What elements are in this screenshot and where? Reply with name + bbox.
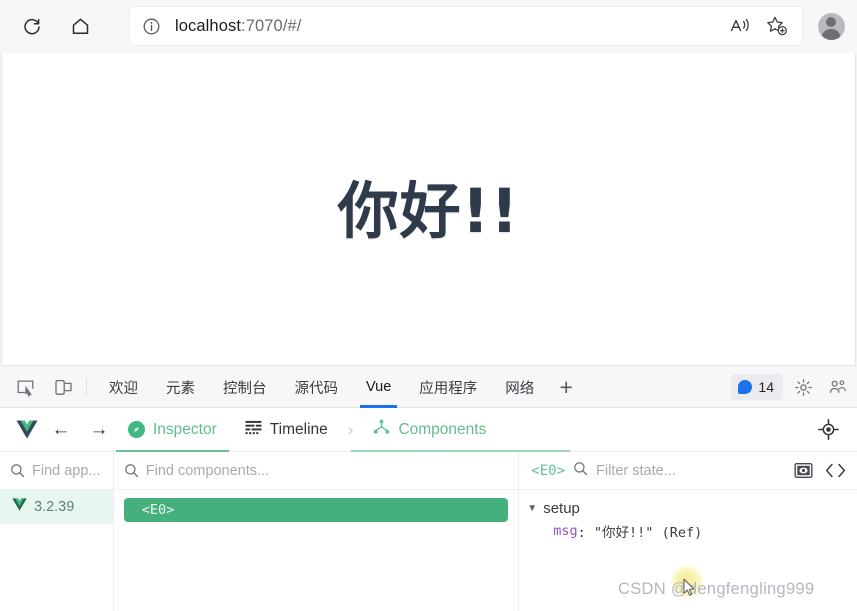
toolbar-divider [86,378,87,396]
url-path: :7070/#/ [241,16,302,35]
tab-label: 元素 [166,380,195,397]
tab-label: 应用程序 [419,380,478,397]
device-toolbar-icon[interactable] [48,372,78,402]
add-tab-button[interactable]: + [548,367,584,408]
apps-panel: 3.2.39 [0,452,114,611]
open-in-editor-icon[interactable] [823,459,847,483]
vue-logo-icon [12,498,27,516]
devtools-tabbar: 欢迎 元素 控制台 源代码 Vue 应用程序 网络 + 14 [0,367,857,408]
devtools-toolbar-right: 14 [731,373,851,401]
component-tree-panel: <E0> [113,452,520,611]
gear-icon[interactable] [789,373,817,401]
vue-tab-label: Timeline [269,420,328,438]
tab-application[interactable]: 应用程序 [405,367,491,408]
site-info-icon[interactable] [142,17,161,36]
tab-label: 欢迎 [109,380,138,397]
reload-icon[interactable] [14,9,50,45]
search-icon [573,461,588,481]
devtools-tab-list: 欢迎 元素 控制台 源代码 Vue 应用程序 网络 + [95,367,584,408]
tree-node-selected[interactable]: <E0> [123,498,509,522]
tab-elements[interactable]: 元素 [152,367,209,408]
issues-badge[interactable]: 14 [731,374,783,400]
tab-welcome[interactable]: 欢迎 [95,367,152,408]
tab-label: 源代码 [294,380,339,397]
state-value: : "你好!!" (Ref) [577,525,703,541]
inspector-icon [128,421,145,438]
vue-tab-inspector[interactable]: Inspector [114,408,231,452]
page-viewport: 你好!! [1,53,856,366]
browser-window: localhost:7070/#/ 你好!! 欢迎 元素 控制台 源代码 Vue… [0,0,857,611]
forward-arrow-icon[interactable]: → [84,415,114,445]
vue-devtools-panels: 3.2.39 <E0> <E0 [0,452,857,611]
component-search-input[interactable] [145,462,509,479]
url-text[interactable]: localhost:7070/#/ [175,17,729,36]
read-aloud-icon[interactable] [729,16,751,36]
search-icon [124,463,139,478]
issues-count: 14 [758,379,774,395]
vue-tab-components[interactable]: Components [351,408,571,452]
tab-network[interactable]: 网络 [491,367,548,408]
timeline-icon [245,420,262,440]
profile-avatar[interactable] [813,8,849,44]
caret-down-icon[interactable]: ▼ [527,503,537,514]
vue-tab-timeline[interactable]: Timeline [231,408,342,452]
vue-logo-icon[interactable] [16,420,38,439]
state-key: msg [553,523,578,539]
state-body: ▼ setup msg: "你好!!" (Ref) [519,490,857,543]
home-icon[interactable] [62,9,98,45]
tab-console[interactable]: 控制台 [209,367,281,408]
app-search-row [0,452,113,490]
toggle-visibility-icon[interactable] [791,459,815,483]
inspect-element-icon[interactable] [10,372,40,402]
component-name: <E0> [141,502,175,518]
url-host: localhost [175,16,242,35]
state-group-label: setup [543,499,580,517]
tab-label: 控制台 [223,380,267,397]
component-search-row [113,452,519,490]
browser-toolbar: localhost:7070/#/ [0,0,857,53]
vue-devtools-header: ← → Inspector Timeline › Components [0,408,857,452]
state-group-setup[interactable]: ▼ setup [527,497,857,519]
more-tools-icon[interactable] [823,373,851,401]
page-title: 你好!! [337,176,520,247]
search-icon [10,463,25,478]
component-tree-body: <E0> [114,490,519,522]
tab-label: Vue [366,379,392,395]
back-arrow-icon[interactable]: ← [46,415,76,445]
components-tree-icon [373,419,390,440]
tab-sources[interactable]: 源代码 [281,367,353,408]
tab-label: 网络 [505,380,535,397]
app-search-input[interactable] [32,462,103,479]
avatar [817,12,845,40]
add-favorite-icon[interactable] [765,15,788,37]
vue-tab-label: Inspector [153,420,217,438]
select-component-icon[interactable] [811,413,845,447]
app-list-item[interactable]: 3.2.39 [0,490,113,524]
address-bar[interactable]: localhost:7070/#/ [130,7,802,45]
state-row[interactable]: msg: "你好!!" (Ref) [527,519,857,543]
chevron-right-icon: › [347,419,354,439]
state-panel: <E0> Filter state... ▼ setup msg: "你好!!… [519,452,857,611]
selected-component-tag: <E0> [531,462,565,479]
tab-vue[interactable]: Vue [352,367,405,408]
vue-tab-label: Components [398,420,487,438]
message-icon [738,380,753,394]
app-version-label: 3.2.39 [34,499,75,515]
state-header: <E0> [519,452,857,490]
filter-state-input[interactable] [596,462,783,479]
